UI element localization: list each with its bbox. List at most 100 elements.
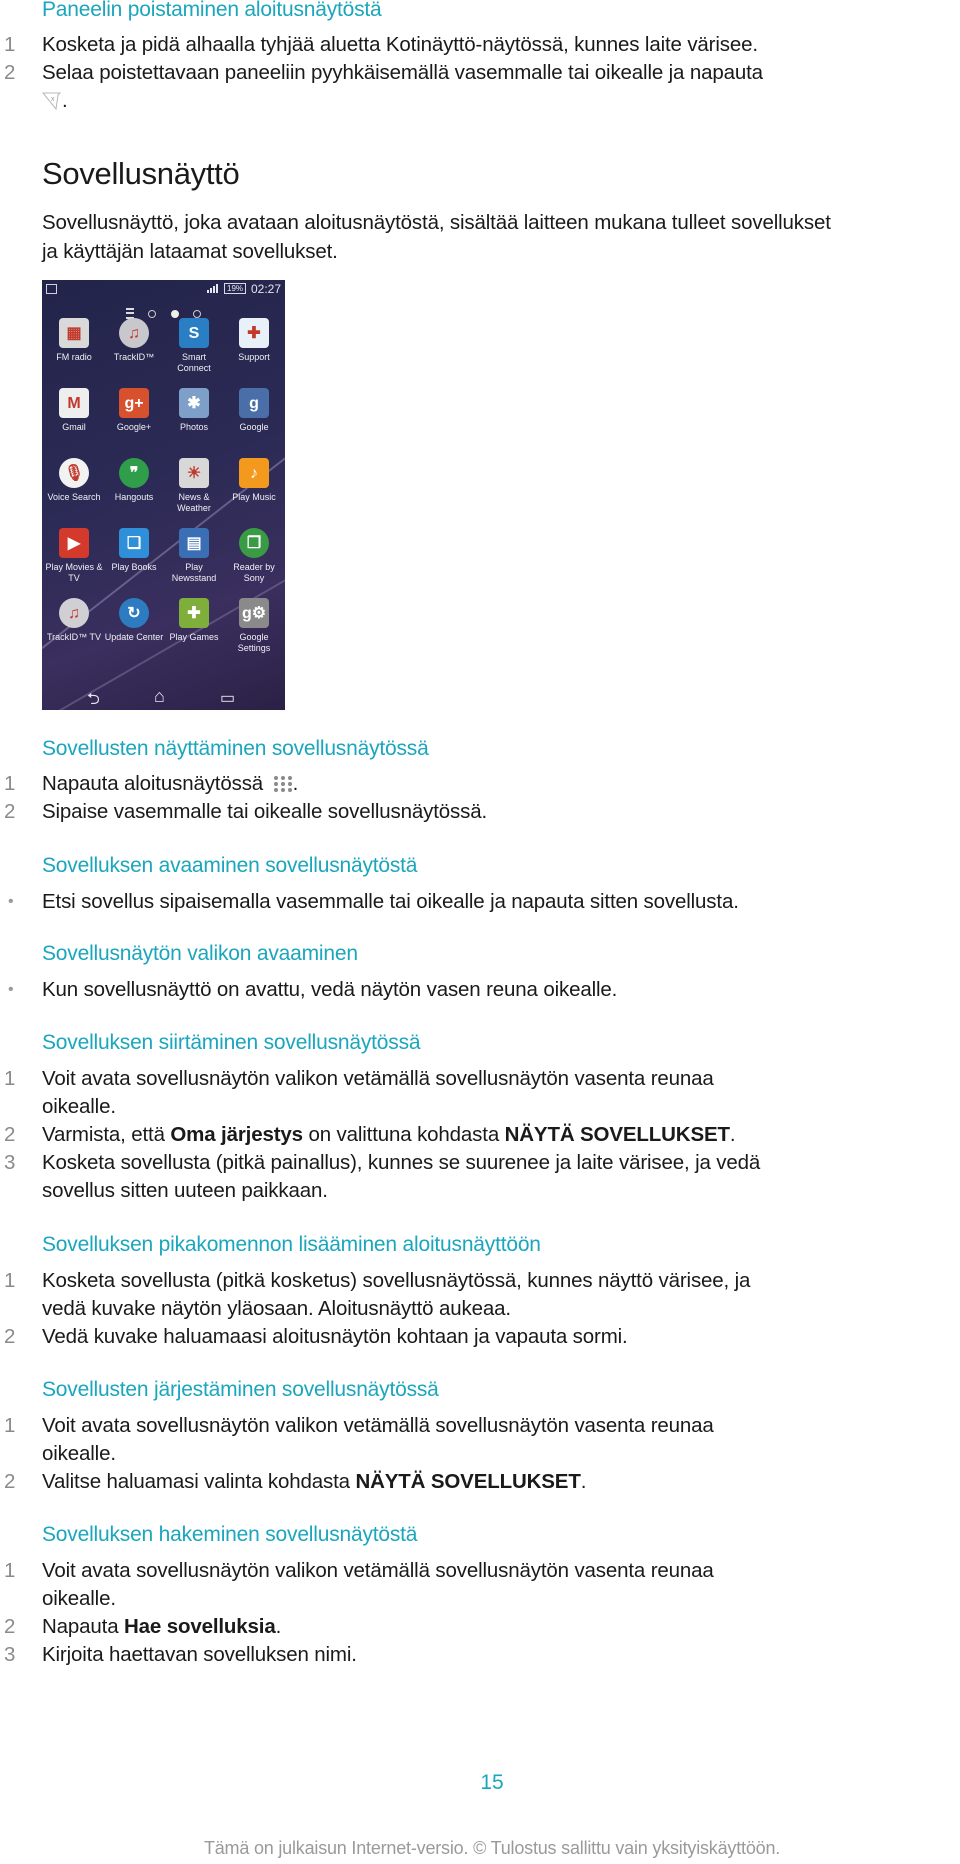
step-text: Voit avata sovellusnäytön valikon vetämä… [42,1557,942,1613]
app-label: Play Books [111,562,157,572]
step: 1 Voit avata sovellusnäytön valikon vetä… [0,1065,960,1121]
app-label: TrackID™ [113,352,155,362]
app-google[interactable]: g+ Google+ [104,388,164,433]
app-fm-radio[interactable]: ▦ FM radio [44,318,104,363]
radio-icon: ▦ [59,318,89,348]
step-text: Vedä kuvake haluamaasi aloitusnäytön koh… [42,1325,628,1348]
step-tail: . [62,89,68,112]
bullet-icon: • [8,981,14,998]
app-support[interactable]: ✚ Support [224,318,284,363]
step-number: 2 [4,1615,16,1638]
step-tail: . [729,1123,736,1146]
page-dot-active[interactable] [170,309,179,318]
section-heading-remove-panel: Paneelin poistaminen aloitusnäytöstä [42,0,382,21]
step: 2 Valitse haluamasi valinta kohdasta NÄY… [0,1468,960,1496]
status-bar: 19% 02:27 [42,280,285,298]
app-update-center[interactable]: ↻ Update Center [104,598,164,643]
step: 3 Kosketa sovellusta (pitkä painallus), … [0,1149,960,1205]
app-label: TrackID™ TV [46,632,101,642]
app-play-books[interactable]: ❏ Play Books [104,528,164,573]
step: 2 Selaa poistettavaan paneeliin pyyhkäis… [0,59,960,115]
step-number: 1 [4,772,16,795]
section-heading: Sovelluksen siirtäminen sovellusnäytössä [42,1031,421,1054]
app-label: Play Games [169,632,219,642]
back-icon[interactable]: ⮌ [87,688,100,710]
ui-term: Hae sovelluksia [124,1615,276,1638]
app-label: Google [239,422,269,432]
phone-screenshot: 19% 02:27 ▦ FM radio ♫ TrackID™ S Smart Conne… [42,280,285,710]
play-movies-icon: ▶ [59,528,89,558]
app-label: News & Weather [177,492,211,513]
play-games-icon: ✚ [179,598,209,628]
step-text: Voit avata sovellusnäytön valikon vetämä… [42,1065,942,1121]
step: 1 Voit avata sovellusnäytön valikon vetä… [0,1412,960,1468]
app-google-settings[interactable]: g⚙ Google Settings [224,598,284,654]
app-gmail[interactable]: M Gmail [44,388,104,433]
recent-apps-icon[interactable]: ▭ [220,688,235,708]
step: 1 Voit avata sovellusnäytön valikon vetä… [0,1557,960,1613]
step-number: 2 [4,61,16,84]
ui-term: NÄYTÄ SOVELLUKSET [355,1470,581,1493]
step-number: 3 [4,1643,16,1666]
step-number: 2 [4,1325,16,1348]
step-text: Kun sovellusnäyttö on avattu, vedä näytö… [42,978,618,1001]
app-play-movies-tv[interactable]: ▶ Play Movies & TV [44,528,104,584]
app-label: Hangouts [114,492,154,502]
step-number: 1 [4,1559,16,1582]
step-text: Kosketa sovellusta (pitkä kosketus) sove… [42,1267,942,1323]
step-tail: . [292,772,299,795]
app-label: Voice Search [47,492,101,502]
app-news-weather[interactable]: ☀ News & Weather [164,458,224,514]
ui-term: Oma järjestys [170,1123,303,1146]
step: 2 Napauta Hae sovelluksia. [0,1613,960,1641]
app-trackid[interactable]: ♫ TrackID™ [104,318,164,363]
apps-grid-icon [273,776,292,792]
page-dot[interactable] [193,309,202,318]
app-play-music[interactable]: ♪ Play Music [224,458,284,503]
app-reader-by-sony[interactable]: ❐ Reader by Sony [224,528,284,584]
step-text-part: Varmista, että [42,1123,171,1146]
step-number: 1 [4,33,16,56]
app-hangouts[interactable]: ❞ Hangouts [104,458,164,503]
section-heading: Sovelluksen avaaminen sovellusnäytöstä [42,854,418,877]
app-play-games[interactable]: ✚ Play Games [164,598,224,643]
app-label: Photos [179,422,209,432]
step: 2 Vedä kuvake haluamaasi aloitusnäytön k… [0,1323,960,1351]
app-play-newsstand[interactable]: ▤ Play Newsstand [164,528,224,584]
nav-bar: ⮌ ⌂ ▭ [42,682,285,710]
step: 1 Kosketa sovellusta (pitkä kosketus) so… [0,1267,960,1323]
section-heading: Sovellusten näyttäminen sovellusnäytössä [42,737,429,760]
step-text: Voit avata sovellusnäytön valikon vetämä… [42,1412,942,1468]
step: 2 Sipaise vasemmalle tai oikealle sovell… [0,798,960,826]
step-text: Kosketa sovellusta (pitkä painallus), ku… [42,1149,942,1205]
app-photos[interactable]: ✱ Photos [164,388,224,433]
google-icon: g [239,388,269,418]
app-trackid-tv[interactable]: ♫ TrackID™ TV [44,598,104,643]
photos-icon: ✱ [179,388,209,418]
step-text: Napauta Hae sovelluksia. [42,1613,942,1641]
google-plus-icon: g+ [119,388,149,418]
page-dot[interactable] [148,309,157,318]
app-voice-search[interactable]: 🎙 Voice Search [44,458,104,503]
step-number: 1 [4,1067,16,1090]
intro-line-1: Sovellusnäyttö, joka avataan aloitusnäyt… [42,211,831,234]
step-text: Kirjoita haettavan sovelluksen nimi. [42,1643,357,1666]
step-number: 3 [4,1151,16,1174]
bullet-item: • Etsi sovellus sipaisemalla vasemmalle … [0,888,960,916]
step-text: Etsi sovellus sipaisemalla vasemmalle ta… [42,890,739,913]
hangouts-icon: ❞ [119,458,149,488]
app-smart-connect[interactable]: S Smart Connect [164,318,224,374]
step: 2 Varmista, että Oma järjestys on valitt… [0,1121,960,1149]
app-google[interactable]: g Google [224,388,284,433]
app-label: Update Center [104,632,164,642]
home-icon[interactable]: ⌂ [154,686,165,707]
step-text-part: on valittuna kohdasta [302,1123,505,1146]
step-line: oikealle. [42,1095,116,1118]
step-line: Voit avata sovellusnäytön valikon vetämä… [42,1414,714,1437]
footer-notice: Tämä on julkaisun Internet-versio. © Tul… [203,1838,781,1858]
gmail-icon: M [59,388,89,418]
app-label: Play Movies & TV [45,562,103,583]
app-label: Google Settings [237,632,271,653]
page-title: Sovellusnäyttö [42,156,240,191]
page-number: 15 [480,1771,504,1794]
